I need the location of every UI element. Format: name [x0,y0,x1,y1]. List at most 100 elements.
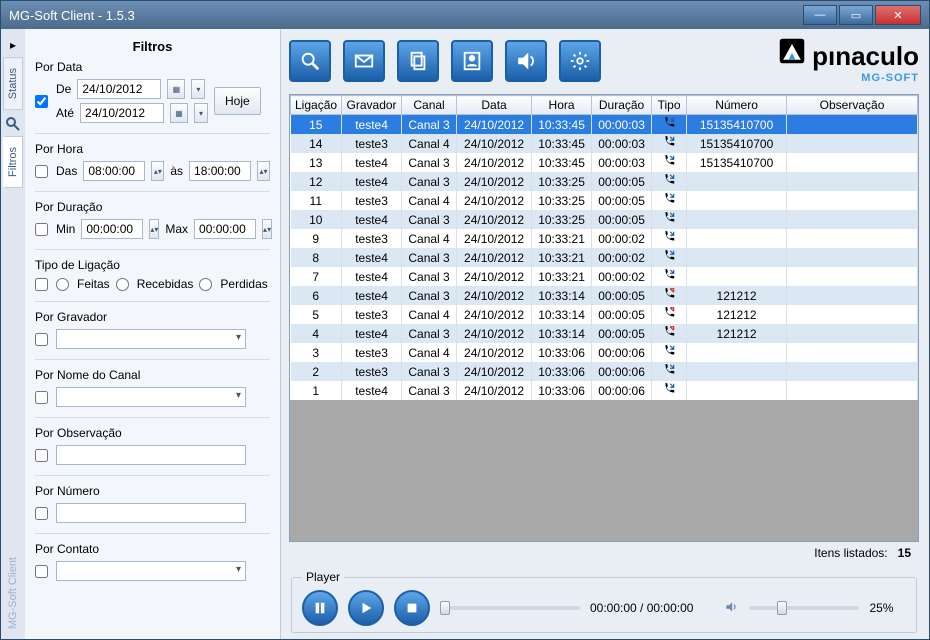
filter-por-hora-label: Por Hora [35,142,270,156]
call-type-icon [652,267,687,286]
side-footer-label: MG-Soft Client [4,547,22,639]
toolbar-copy-button[interactable] [397,40,439,82]
table-row[interactable]: 9teste3Canal 424/10/201210:33:2100:00:02 [291,229,918,248]
table-row[interactable]: 13teste4Canal 324/10/201210:33:4500:00:0… [291,153,918,172]
hoje-button[interactable]: Hoje [214,87,261,115]
col-ligacao[interactable]: Ligação [291,96,342,115]
radio-feitas[interactable] [56,278,69,291]
call-type-icon [652,115,687,135]
collapse-icon[interactable]: ▸ [5,37,21,53]
volume-slider[interactable] [749,606,859,610]
col-observacao[interactable]: Observação [787,96,918,115]
canal-checkbox[interactable] [35,391,48,404]
dur-max-input[interactable] [194,219,256,239]
hora-ate-input[interactable] [189,161,251,181]
tab-status[interactable]: Status [3,57,23,110]
table-row[interactable]: 10teste4Canal 324/10/201210:33:2500:00:0… [291,210,918,229]
filter-por-nome-canal: Por Nome do Canal [35,359,270,417]
por-duracao-checkbox[interactable] [35,223,48,236]
call-type-icon [652,229,687,248]
col-duracao[interactable]: Duração [592,96,652,115]
contato-combo[interactable] [56,561,246,581]
table-row[interactable]: 7teste4Canal 324/10/201210:33:2100:00:02 [291,267,918,286]
col-numero[interactable]: Número [687,96,787,115]
spinner-icon[interactable]: ▴▾ [149,219,159,239]
play-button[interactable] [348,590,384,626]
contato-checkbox[interactable] [35,565,48,578]
por-hora-checkbox[interactable] [35,165,48,178]
date-de-input[interactable] [77,79,161,99]
col-canal[interactable]: Canal [402,96,457,115]
calendar-icon[interactable]: ▦ [167,79,185,99]
table-row[interactable]: 4teste4Canal 324/10/201210:33:1400:00:05… [291,324,918,343]
filter-por-contato: Por Contato [35,533,270,591]
spinner-icon[interactable]: ▴▾ [257,161,270,181]
label-perdidas: Perdidas [220,277,267,291]
filter-contato-label: Por Contato [35,542,270,556]
obs-checkbox[interactable] [35,449,48,462]
filter-tipo-label: Tipo de Ligação [35,258,270,272]
logo-subtext: MG-SOFT [861,72,919,84]
col-gravador[interactable]: Gravador [342,96,402,115]
filter-por-duracao-label: Por Duração [35,200,270,214]
gravador-combo[interactable] [56,329,246,349]
date-ate-input[interactable] [80,103,164,123]
close-button[interactable]: ✕ [875,5,921,25]
minimize-button[interactable]: — [803,5,837,25]
toolbar-search-button[interactable] [289,40,331,82]
table-row[interactable]: 8teste4Canal 324/10/201210:33:2100:00:02 [291,248,918,267]
stop-button[interactable] [394,590,430,626]
table-row[interactable]: 3teste3Canal 424/10/201210:33:0600:00:06 [291,343,918,362]
gravador-checkbox[interactable] [35,333,48,346]
logo-text: pınaculo [812,41,919,72]
table-row[interactable]: 2teste3Canal 324/10/201210:33:0600:00:06 [291,362,918,381]
filter-por-data-label: Por Data [35,60,270,74]
call-type-icon [652,248,687,267]
table-row[interactable]: 1teste4Canal 324/10/201210:33:0600:00:06 [291,381,918,400]
filter-por-duracao: Por Duração Min ▴▾ Max ▴▾ [35,191,270,249]
toolbar-contact-button[interactable] [451,40,493,82]
canal-combo[interactable] [56,387,246,407]
seek-slider[interactable] [440,606,580,610]
player-time: 00:00:00 / 00:00:00 [590,601,693,615]
calls-table[interactable]: Ligação Gravador Canal Data Hora Duração… [290,95,918,400]
table-row[interactable]: 12teste4Canal 324/10/201210:33:2500:00:0… [291,172,918,191]
window-title: MG-Soft Client - 1.5.3 [9,8,801,23]
toolbar-mail-button[interactable] [343,40,385,82]
table-row[interactable]: 15teste4Canal 324/10/201210:33:4500:00:0… [291,115,918,135]
toolbar-sound-button[interactable] [505,40,547,82]
radio-perdidas[interactable] [199,278,212,291]
call-type-icon [652,286,687,305]
pause-button[interactable] [302,590,338,626]
obs-input[interactable] [56,445,246,465]
numero-checkbox[interactable] [35,507,48,520]
label-feitas: Feitas [77,277,110,291]
table-row[interactable]: 11teste3Canal 424/10/201210:33:2500:00:0… [291,191,918,210]
col-tipo[interactable]: Tipo [652,96,687,115]
por-data-checkbox[interactable] [35,95,48,108]
filter-por-observacao: Por Observação [35,417,270,475]
radio-recebidas[interactable] [116,278,129,291]
col-hora[interactable]: Hora [532,96,592,115]
table-row[interactable]: 5teste3Canal 424/10/201210:33:1400:00:05… [291,305,918,324]
numero-input[interactable] [56,503,246,523]
maximize-button[interactable]: ▭ [839,5,873,25]
hora-das-input[interactable] [83,161,145,181]
tab-filtros[interactable]: Filtros [3,136,23,188]
tipo-checkbox[interactable] [35,278,48,291]
table-row[interactable]: 6teste4Canal 324/10/201210:33:1400:00:05… [291,286,918,305]
dropdown-icon[interactable]: ▾ [194,103,208,123]
toolbar: pınaculo MG-SOFT [289,37,919,84]
dur-min-input[interactable] [81,219,143,239]
calendar-icon[interactable]: ▦ [170,103,188,123]
col-data[interactable]: Data [457,96,532,115]
app-body: ▸ Status Filtros MG-Soft Client Filtros … [1,29,929,639]
spinner-icon[interactable]: ▴▾ [151,161,164,181]
spinner-icon[interactable]: ▴▾ [262,219,272,239]
dropdown-icon[interactable]: ▾ [191,79,205,99]
toolbar-settings-button[interactable] [559,40,601,82]
call-type-icon [652,172,687,191]
label-min: Min [56,222,75,236]
main-panel: pınaculo MG-SOFT Ligação Gravador Canal … [281,29,929,639]
table-row[interactable]: 14teste3Canal 424/10/201210:33:4500:00:0… [291,134,918,153]
